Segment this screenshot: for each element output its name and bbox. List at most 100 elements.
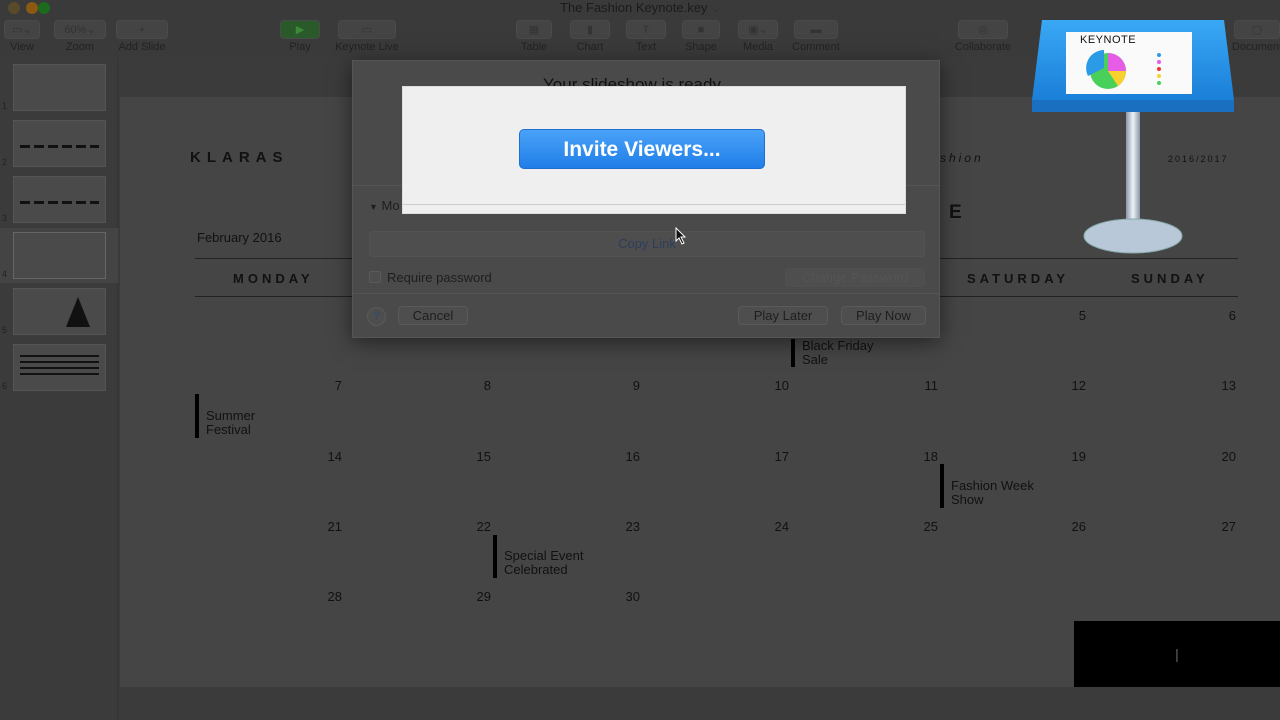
toolbar-label: Shape: [685, 41, 717, 53]
slide-number: 5: [2, 325, 8, 335]
event-summer-festival[interactable]: Summer Festival: [195, 394, 255, 438]
chart-icon: ▮: [570, 20, 610, 39]
zoom-icon: 60%⌄: [54, 20, 106, 39]
month-label: February 2016: [197, 230, 282, 245]
calendar-date: 7: [334, 378, 342, 393]
event-black-friday[interactable]: Black Friday Sale: [791, 339, 874, 367]
toolbar-collaborate-button[interactable]: ◎ Collaborate: [954, 20, 1012, 53]
slide-thumbnail[interactable]: [13, 344, 106, 391]
slide-thumbnail[interactable]: [13, 64, 106, 111]
help-button[interactable]: ?: [367, 307, 386, 326]
calendar-date: 15: [476, 449, 491, 464]
slide-heading: E: [949, 202, 962, 223]
calendar-date: 30: [625, 589, 640, 604]
cancel-button[interactable]: Cancel: [398, 306, 468, 325]
event-fashion-week[interactable]: Fashion Week Show: [940, 464, 1034, 508]
keynote-app-icon: KEYNOTE: [1030, 18, 1236, 254]
calendar-date: 6: [1228, 308, 1236, 323]
collaborate-icon: ◎: [958, 20, 1008, 39]
calendar-date: 22: [476, 519, 491, 534]
day-header-monday: MONDAY: [233, 271, 314, 286]
calendar-date: 11: [924, 378, 939, 393]
play-later-button[interactable]: Play Later: [738, 306, 828, 325]
mouse-pointer-icon: [675, 227, 687, 245]
copy-link-button[interactable]: Copy Link: [618, 236, 676, 251]
toolbar-comment-button[interactable]: ▬ Comment: [790, 20, 842, 53]
keynote-logo-text: KEYNOTE: [1080, 34, 1137, 46]
window-title: The Fashion Keynote.key ⌄: [560, 0, 722, 15]
slide-number: 1: [2, 101, 8, 111]
calendar-date: 13: [1221, 378, 1236, 393]
toolbar-text-button[interactable]: T Text: [622, 20, 670, 53]
keynote-live-icon: ▭: [338, 20, 396, 39]
event-special[interactable]: Special Event Celebrated: [493, 535, 584, 578]
toolbar-keynote-live-button[interactable]: ▭ Keynote Live: [334, 20, 400, 53]
minimize-window-button[interactable]: [26, 2, 38, 14]
toolbar-document-button[interactable]: ▢ Document: [1230, 20, 1280, 53]
event-title: Black Friday: [802, 338, 874, 353]
calendar-date: 21: [327, 519, 342, 534]
toolbar-chart-button[interactable]: ▮ Chart: [566, 20, 614, 53]
calendar-date: 29: [476, 589, 491, 604]
invite-viewers-button[interactable]: Invite Viewers...: [519, 129, 765, 169]
toolbar-table-button[interactable]: ▦ Table: [512, 20, 556, 53]
calendar-date: 25: [923, 519, 938, 534]
toolbar-label: Play: [289, 41, 311, 53]
change-password-button[interactable]: Change Password: [785, 268, 925, 287]
add-slide-icon: +: [116, 20, 168, 39]
require-password-label: Require password: [387, 270, 492, 285]
slide-navigator: 1 2 3 4 5 6: [0, 58, 118, 720]
close-window-button[interactable]: [8, 2, 20, 14]
title-bar: The Fashion Keynote.key ⌄: [0, 0, 1280, 16]
document-icon: ▢: [1234, 20, 1280, 39]
more-options-toggle[interactable]: ▼ Mo: [369, 198, 400, 213]
toolbar-shape-button[interactable]: ■ Shape: [678, 20, 724, 53]
calendar-date: 19: [1071, 449, 1086, 464]
slide-subtitle: shion: [940, 151, 984, 165]
black-shape[interactable]: |: [1074, 621, 1280, 687]
zoom-window-button[interactable]: [38, 2, 50, 14]
divider: [403, 204, 905, 205]
toolbar-play-button[interactable]: ▶ Play: [276, 20, 324, 53]
media-icon: ▣⌄: [738, 20, 778, 39]
toolbar-media-button[interactable]: ▣⌄ Media: [734, 20, 782, 53]
brand-title: KLARAS: [190, 149, 289, 166]
day-header-sunday: SUNDAY: [1131, 271, 1209, 286]
calendar-date: 9: [632, 378, 640, 393]
slide-thumbnail[interactable]: [13, 120, 106, 167]
divider: [353, 293, 939, 294]
calendar-date: 17: [774, 449, 789, 464]
toolbar-label: Table: [520, 41, 548, 53]
calendar-date: 8: [483, 378, 491, 393]
toolbar-label: Keynote Live: [335, 41, 399, 53]
toolbar-label: Comment: [792, 41, 840, 53]
event-title: Celebrated: [504, 562, 568, 577]
play-icon: ▶: [280, 20, 320, 39]
slide-thumbnail[interactable]: [13, 176, 106, 223]
calendar-date: 23: [625, 519, 640, 534]
calendar-date: 10: [774, 378, 789, 393]
toolbar-label: Document: [1231, 41, 1280, 53]
calendar-date: 20: [1221, 449, 1236, 464]
calendar-date: 18: [923, 449, 938, 464]
comment-icon: ▬: [794, 20, 838, 39]
slide-thumbnail[interactable]: [13, 288, 106, 335]
calendar-date: 12: [1071, 378, 1086, 393]
shape-icon: ■: [682, 20, 720, 39]
calendar-date: 14: [327, 449, 342, 464]
toolbar-label: Zoom: [65, 41, 95, 53]
toolbar-add-slide-button[interactable]: + Add Slide: [112, 20, 172, 53]
slide-number: 3: [2, 213, 8, 223]
play-now-button[interactable]: Play Now: [841, 306, 926, 325]
toolbar-zoom-button[interactable]: 60%⌄ Zoom: [50, 20, 110, 53]
slide-thumbnail[interactable]: [13, 232, 106, 279]
calendar-date: 24: [774, 519, 789, 534]
event-title: Special Event: [504, 548, 584, 563]
calendar-date: 28: [327, 589, 342, 604]
event-title: Show: [951, 492, 984, 507]
toolbar-view-button[interactable]: ▭⌄ View: [0, 20, 44, 53]
text-cursor: |: [1175, 646, 1179, 662]
require-password-checkbox[interactable]: [369, 271, 381, 283]
copy-link-field[interactable]: Copy Link: [369, 231, 925, 257]
slide-number: 4: [2, 269, 8, 279]
